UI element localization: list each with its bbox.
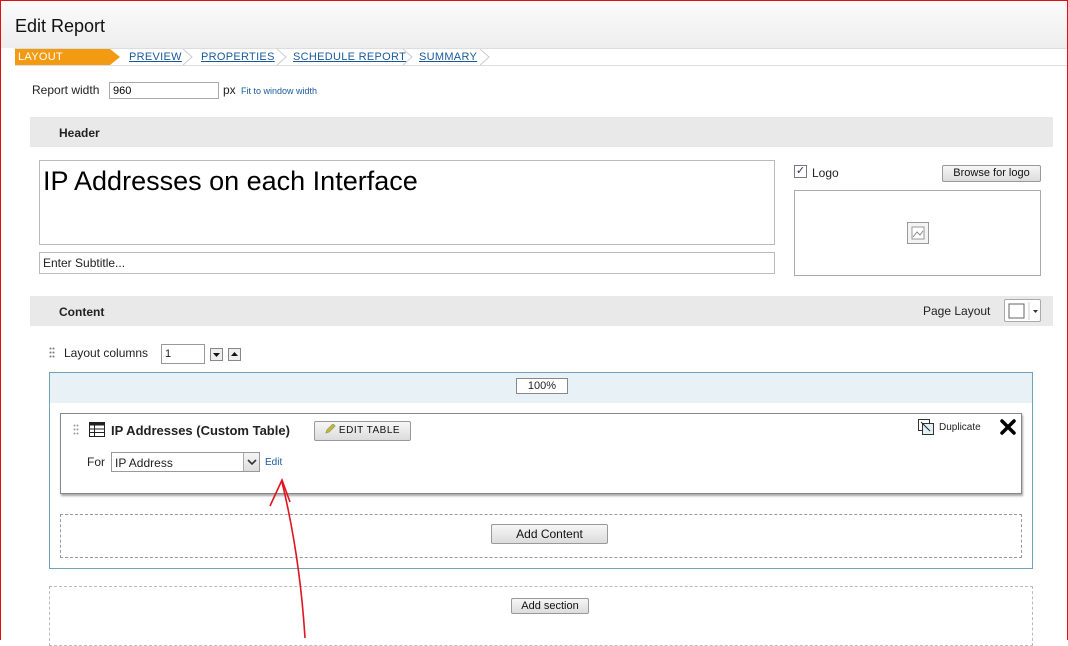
step-summary[interactable]: SUMMARY — [419, 49, 477, 65]
edit-table-label: EDIT TABLE — [338, 425, 401, 436]
for-select-value: IP Address — [115, 456, 173, 470]
report-title-field[interactable]: IP Addresses on each Interface — [39, 160, 775, 245]
image-placeholder-icon — [907, 222, 929, 244]
pencil-icon — [325, 423, 336, 434]
page-layout-label: Page Layout — [923, 304, 991, 318]
columns-decrease-button[interactable] — [210, 348, 223, 361]
logo-checkbox[interactable]: ✓ — [794, 165, 807, 178]
logo-preview — [794, 190, 1041, 276]
step-layout-builder[interactable]: LAYOUT BUILDER — [15, 49, 110, 79]
header-section-title: Header — [59, 126, 100, 140]
table-icon — [89, 422, 105, 437]
edit-table-button[interactable]: EDIT TABLE — [314, 421, 411, 441]
header-section-bar: Header — [30, 117, 1053, 147]
layout-single-column-icon — [1008, 302, 1038, 320]
add-content-area: Add Content — [60, 514, 1022, 558]
content-section-bar: Content — [30, 296, 1053, 326]
column-header: 100% — [50, 373, 1032, 403]
duplicate-icon[interactable] — [918, 419, 934, 435]
triangle-up-icon — [231, 352, 238, 356]
columns-increase-button[interactable] — [228, 348, 241, 361]
layout-column-container: 100% IP Addresses (Custom Table) EDIT TA… — [49, 372, 1033, 569]
triangle-down-icon — [213, 353, 220, 357]
subtitle-field[interactable]: Enter Subtitle... — [39, 252, 775, 274]
add-section-button[interactable]: Add section — [511, 598, 589, 614]
report-width-label: Report width — [32, 83, 100, 97]
step-arrow-icon — [277, 49, 287, 65]
dropdown-arrow[interactable] — [243, 453, 259, 471]
browse-logo-button[interactable]: Browse for logo — [942, 165, 1041, 182]
report-width-unit: px — [223, 83, 236, 97]
step-arrow-icon — [480, 49, 490, 65]
layout-columns-label: Layout columns — [64, 346, 149, 360]
widget-title: IP Addresses (Custom Table) — [111, 423, 290, 438]
annotation-arrow — [269, 477, 306, 639]
duplicate-label[interactable]: Duplicate — [939, 422, 981, 433]
close-icon[interactable] — [1000, 419, 1016, 435]
page-title: Edit Report — [15, 16, 106, 36]
step-preview[interactable]: PREVIEW — [129, 49, 182, 65]
add-content-button[interactable]: Add Content — [491, 524, 608, 544]
add-section-area: Add section — [49, 586, 1033, 646]
for-label: For — [87, 455, 105, 469]
step-properties[interactable]: PROPERTIES — [201, 49, 275, 65]
wizard-steps: LAYOUT BUILDER PREVIEW PROPERTIES SCHEDU… — [15, 48, 1067, 79]
logo-label: Logo — [812, 166, 839, 180]
content-section-title: Content — [59, 305, 105, 319]
drag-handle-icon[interactable] — [49, 347, 55, 358]
report-title-text: IP Addresses on each Interface — [43, 166, 418, 196]
chevron-down-icon — [247, 459, 257, 466]
step-arrow-icon — [110, 49, 120, 65]
edit-link[interactable]: Edit — [265, 457, 282, 468]
step-arrow-icon — [183, 49, 193, 65]
page-layout-select[interactable] — [1004, 299, 1041, 322]
drag-handle-icon[interactable] — [73, 424, 79, 435]
step-schedule-report[interactable]: SCHEDULE REPORT — [293, 49, 406, 65]
layout-columns-input[interactable]: 1 — [161, 344, 205, 364]
step-arrow-icon — [403, 49, 413, 65]
content-widget: IP Addresses (Custom Table) EDIT TABLE D… — [60, 413, 1022, 494]
fit-to-window-link[interactable]: Fit to window width — [241, 86, 317, 96]
for-select[interactable]: IP Address — [111, 452, 260, 472]
report-width-input[interactable] — [109, 82, 219, 99]
column-width-field[interactable]: 100% — [516, 378, 568, 394]
top-bar — [0, 0, 1068, 48]
